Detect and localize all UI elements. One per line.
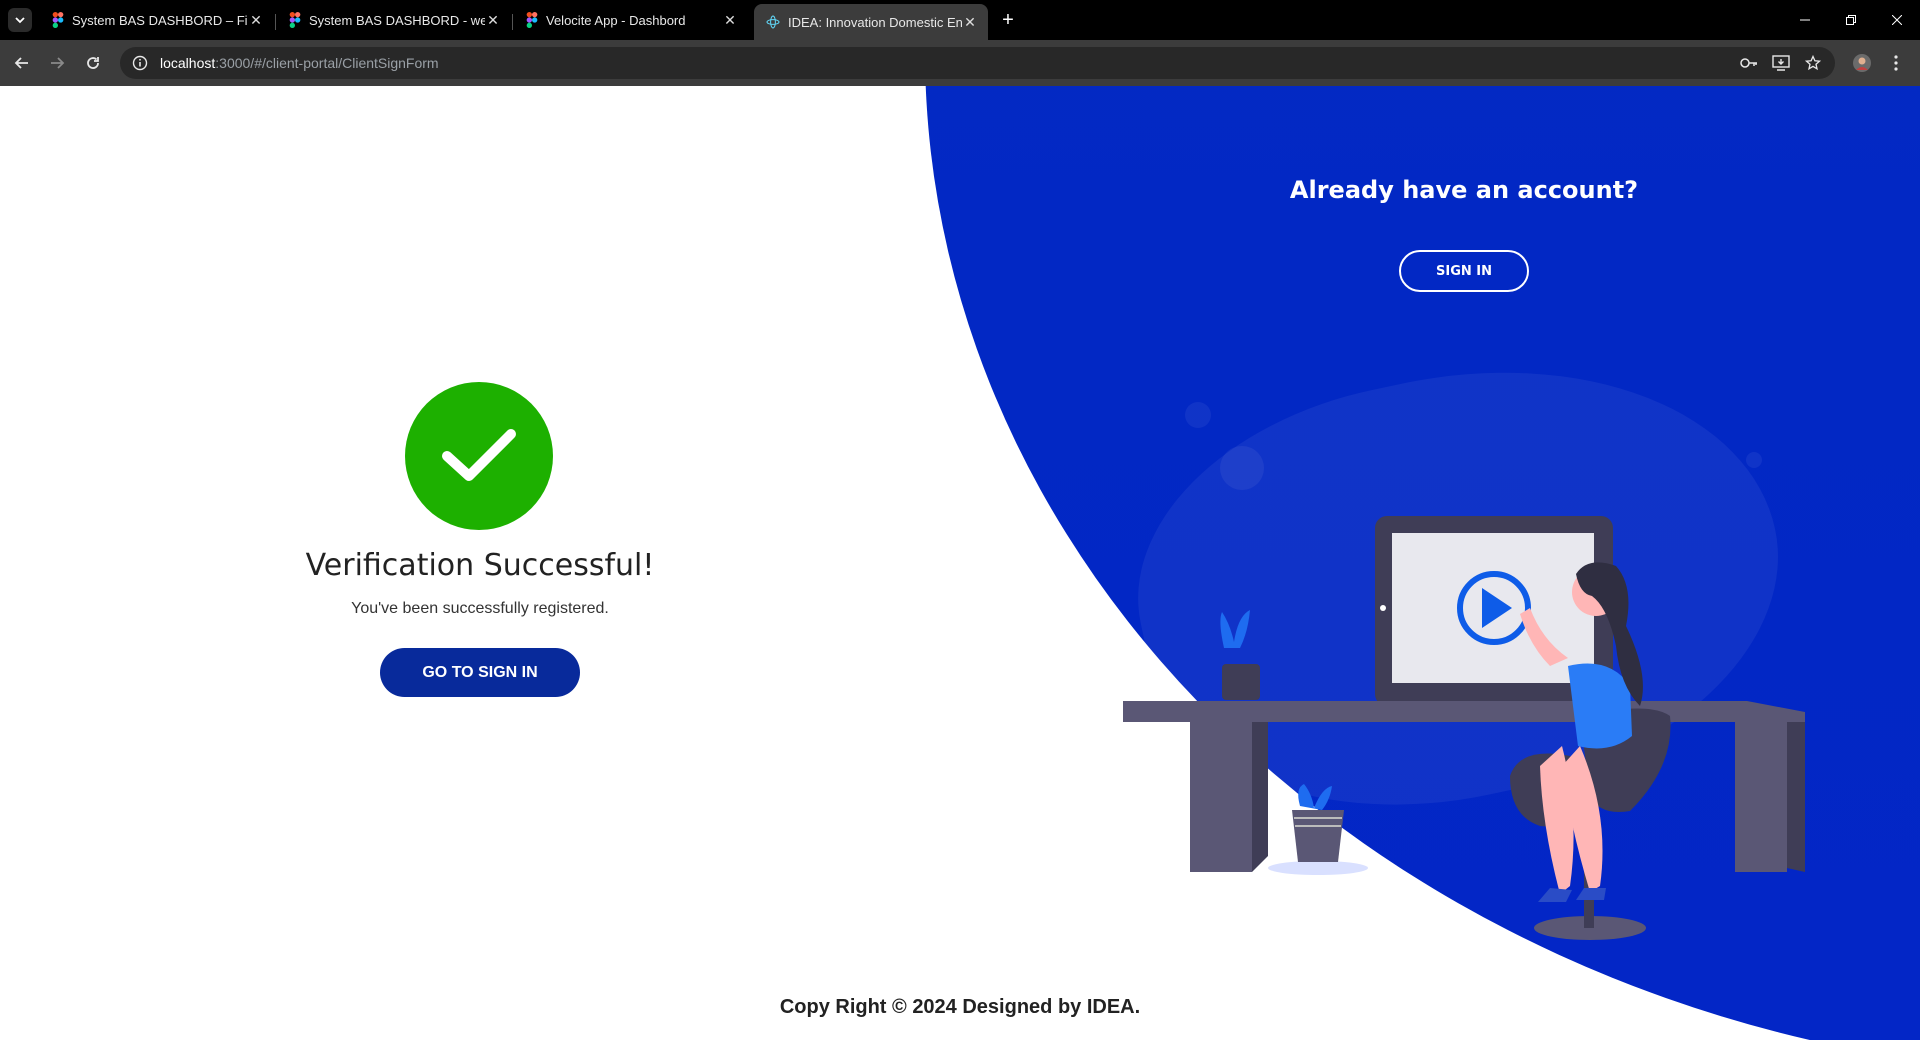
address-bar[interactable]: localhost:3000/#/client-portal/ClientSig… [120, 47, 1835, 79]
back-button[interactable] [6, 47, 38, 79]
avatar [1853, 54, 1871, 72]
arrow-left-icon [14, 57, 28, 69]
reload-icon [87, 57, 99, 69]
new-tab-button[interactable]: + [996, 8, 1020, 32]
browser-tab-4-active[interactable]: IDEA: Innovation Domestic Entr ✕ [754, 4, 988, 40]
restore-icon [1846, 15, 1856, 25]
tab-bar: System BAS DASHBORD – Figma ✕ System BAS… [0, 0, 1920, 40]
figma-icon [52, 12, 64, 28]
copyright-footer: Copy Right © 2024 Designed by IDEA. [779, 996, 1141, 1018]
already-have-account-heading: Already have an account? [1289, 176, 1639, 204]
figma-icon [526, 12, 538, 28]
url-path: :3000/#/client-portal/ClientSignForm [215, 55, 439, 71]
tab-search-button[interactable] [8, 8, 32, 32]
profile-button[interactable] [1846, 47, 1878, 79]
browser-toolbar: localhost:3000/#/client-portal/ClientSig… [0, 40, 1920, 86]
key-icon[interactable] [1739, 53, 1759, 73]
figma-icon [289, 12, 301, 28]
go-to-sign-in-button[interactable]: GO TO SIGN IN [380, 648, 580, 697]
close-icon[interactable]: ✕ [485, 12, 501, 28]
react-icon [766, 15, 780, 29]
tab-divider [512, 14, 513, 30]
restore-button[interactable] [1828, 0, 1874, 40]
url-host: localhost [160, 55, 216, 71]
video-watching-illustration [1123, 516, 1805, 940]
floor-plant [1268, 784, 1368, 875]
browser-menu-button[interactable] [1880, 47, 1912, 79]
forward-button[interactable] [41, 47, 73, 79]
plus-icon: + [1002, 8, 1014, 31]
close-window-button[interactable] [1874, 0, 1920, 40]
chevron-down-icon [15, 17, 25, 24]
minimize-button[interactable] [1782, 0, 1828, 40]
sign-in-button[interactable]: SIGN IN [1399, 250, 1529, 292]
site-info-icon[interactable] [130, 53, 150, 73]
tab-divider [275, 14, 276, 30]
arrow-right-icon [51, 57, 65, 69]
close-icon[interactable]: ✕ [722, 12, 738, 28]
verification-title: Verification Successful! [305, 548, 655, 583]
install-app-icon[interactable] [1771, 53, 1791, 73]
close-icon[interactable]: ✕ [962, 14, 978, 30]
more-vertical-icon [1894, 55, 1898, 71]
url-text: localhost:3000/#/client-portal/ClientSig… [160, 55, 439, 71]
minimize-icon [1800, 19, 1810, 21]
verification-subtext: You've been successfully registered. [351, 600, 609, 617]
desk-plant [1220, 610, 1260, 700]
page-content: Already have an account? SIGN IN Verific… [0, 86, 1920, 1040]
tab-title: IDEA: Innovation Domestic Entr [788, 14, 962, 30]
browser-tab-1[interactable]: System BAS DASHBORD – Figma ✕ [40, 4, 274, 36]
close-icon [1892, 15, 1902, 25]
reload-button[interactable] [77, 47, 109, 79]
success-check-badge [405, 382, 553, 530]
browser-tab-3[interactable]: Velocite App - Dashbord ✕ [514, 4, 748, 36]
close-icon[interactable]: ✕ [248, 12, 264, 28]
desk [1123, 701, 1805, 872]
check-icon [442, 429, 516, 481]
tab-title: System BAS DASHBORD – Figma [72, 12, 248, 28]
tab-title: Velocite App - Dashbord [546, 12, 686, 28]
browser-tab-2[interactable]: System BAS DASHBORD - web ✕ [277, 4, 511, 36]
tab-title: System BAS DASHBORD - web [309, 12, 485, 28]
bookmark-star-icon[interactable] [1803, 53, 1823, 73]
